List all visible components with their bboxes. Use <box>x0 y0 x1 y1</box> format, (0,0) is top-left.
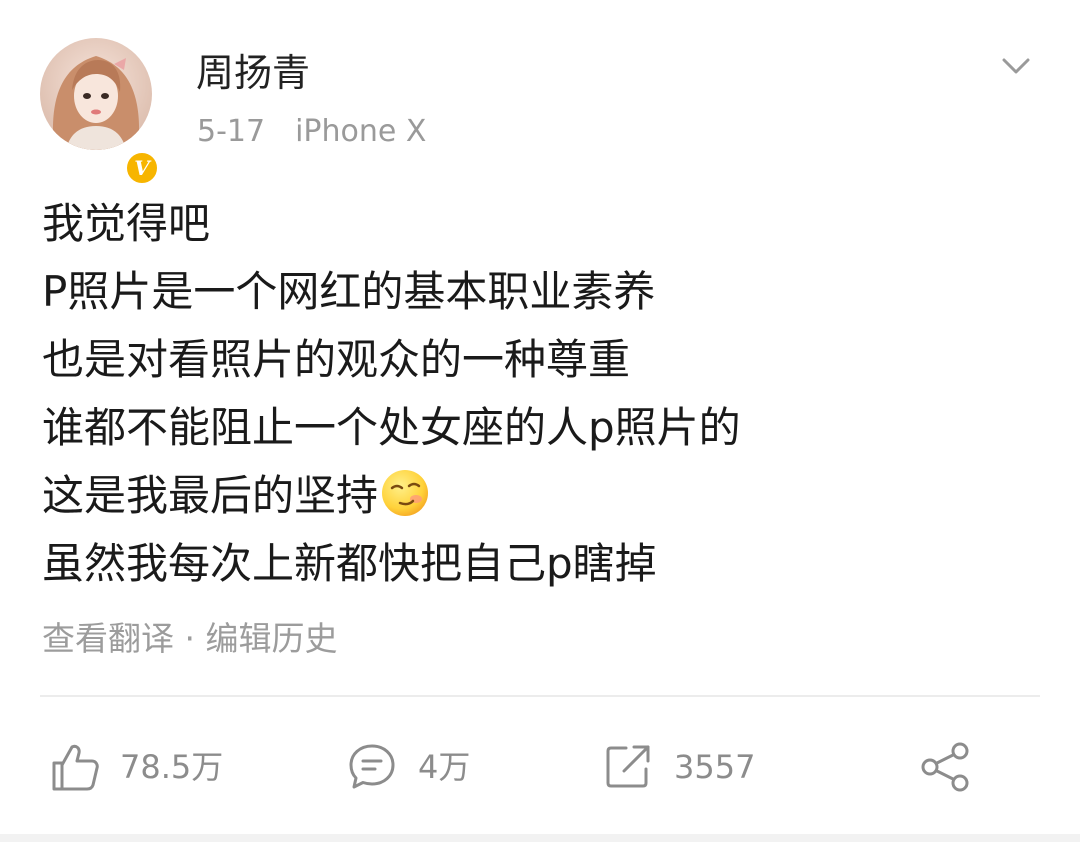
avatar[interactable] <box>40 38 152 150</box>
repost-button[interactable]: 3557 <box>602 735 755 799</box>
like-count: 78.5万 <box>120 748 224 786</box>
post-meta: 5-17 iPhone X <box>197 112 426 152</box>
edit-history-link[interactable]: 编辑历史 <box>206 619 338 658</box>
smirk-emoji-icon <box>380 468 430 518</box>
bottom-separator-strip <box>0 834 1080 842</box>
repost-icon <box>606 745 650 788</box>
content-line: 谁都不能阻止一个处女座的人p照片的 <box>42 403 741 452</box>
comment-icon <box>349 744 395 789</box>
avatar-image <box>40 38 152 150</box>
post-device[interactable]: iPhone X <box>295 114 426 149</box>
repost-count: 3557 <box>674 748 756 786</box>
content-line: 我觉得吧 <box>42 199 211 248</box>
divider <box>40 695 1040 697</box>
thumbs-up-icon <box>52 744 99 791</box>
share-icon <box>921 742 969 792</box>
links-separator: · <box>184 619 196 658</box>
comment-button[interactable]: 4万 <box>346 735 470 799</box>
content-line: 虽然我每次上新都快把自己p瞎掉 <box>42 539 657 588</box>
content-line: 也是对看照片的观众的一种尊重 <box>42 335 631 384</box>
chevron-down-icon[interactable] <box>998 48 1034 84</box>
verified-badge-icon: V <box>124 150 160 186</box>
share-button[interactable] <box>918 735 974 799</box>
post-content: 我觉得吧 P照片是一个网红的基本职业素养 也是对看照片的观众的一种尊重 谁都不能… <box>42 190 1042 598</box>
author-name[interactable]: 周扬青 <box>196 48 310 98</box>
post-date: 5-17 <box>197 114 266 149</box>
content-line-with-emoji: 这是我最后的坚持 <box>42 462 1042 530</box>
post-extra-links: 查看翻译 · 编辑历史 <box>42 616 338 662</box>
author-avatar-wrapper[interactable]: V <box>40 38 160 186</box>
translate-link[interactable]: 查看翻译 <box>42 619 174 658</box>
content-line-text: 这是我最后的坚持 <box>42 471 379 520</box>
weibo-post-card: V 周扬青 5-17 iPhone X 我觉得吧 P照片是一个网红的基本职业素养 … <box>0 0 1080 842</box>
like-button[interactable]: 78.5万 <box>50 735 223 799</box>
comment-count: 4万 <box>418 748 471 786</box>
content-line: P照片是一个网红的基本职业素养 <box>42 267 656 316</box>
